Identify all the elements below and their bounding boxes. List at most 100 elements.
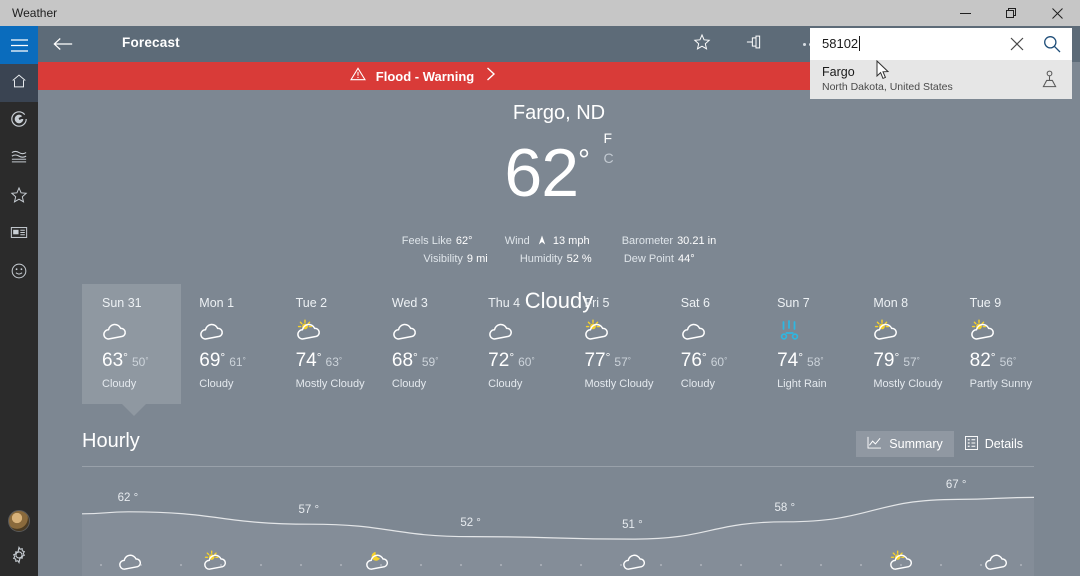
clear-search-button[interactable]: [1000, 28, 1034, 60]
forecast-description: Cloudy: [488, 378, 523, 390]
search-submit-button[interactable]: [1032, 28, 1072, 60]
smiley-icon: [10, 262, 28, 285]
forecast-low: 50°: [131, 355, 149, 369]
partly-cloudy-day-icon: [968, 318, 1048, 346]
forecast-low: 60°: [710, 355, 728, 369]
unit-celsius-button[interactable]: C: [603, 148, 613, 168]
partly-cloudy-day-icon: [201, 549, 230, 574]
chart-tick-dot: [340, 564, 342, 566]
daily-forecast-card[interactable]: Thu 4 72° 60° Cloudy: [470, 284, 566, 404]
sidebar-item-maps[interactable]: [0, 102, 38, 140]
cloudy-icon: [679, 318, 759, 346]
search-input[interactable]: 58102: [822, 36, 861, 51]
maximize-restore-button[interactable]: [988, 0, 1034, 26]
current-temperature-block: 62° F C: [38, 124, 1080, 210]
sidebar-item-settings[interactable]: [0, 538, 38, 576]
metrics-row-2: Visibility 9 mi Humidity 52 % Dew Point 44°: [38, 250, 1080, 268]
chart-tick-dot: [860, 564, 862, 566]
cloudy-icon: [197, 318, 277, 346]
chart-tick-dot: [100, 564, 102, 566]
radar-map-icon: [10, 110, 28, 133]
forecast-high: 68°: [391, 350, 418, 371]
daily-forecast-card[interactable]: Mon 1 69° 61° Cloudy: [181, 284, 277, 404]
forecast-day-label: Sun 7: [777, 296, 810, 310]
account-avatar[interactable]: [0, 504, 38, 538]
back-button[interactable]: [48, 30, 78, 58]
daily-forecast-card[interactable]: Tue 2 74° 63° Mostly Cloudy: [278, 284, 374, 404]
forecast-description: Partly Sunny: [969, 378, 1033, 390]
visibility-value: 9 mi: [466, 253, 488, 265]
forecast-high: 76°: [680, 350, 707, 371]
forecast-description: Cloudy: [680, 378, 716, 390]
forecast-low: 56°: [999, 355, 1017, 369]
dew-point-label: Dew Point: [623, 253, 674, 265]
historical-chart-icon: [10, 149, 28, 170]
sidebar-item-forecast[interactable]: [0, 64, 38, 102]
daily-forecast-card[interactable]: Sun 7 74° 58° Light Rain: [759, 284, 855, 404]
line-chart-icon: [867, 436, 882, 452]
warning-triangle-icon: [349, 66, 366, 86]
daily-forecast-card[interactable]: Sat 6 76° 60° Cloudy: [663, 284, 759, 404]
search-box[interactable]: 58102: [810, 28, 1072, 60]
partly-cloudy-night-icon: [363, 549, 392, 574]
chart-tick-dot: [660, 564, 662, 566]
favorite-button[interactable]: [675, 30, 729, 58]
summary-tab[interactable]: Summary: [856, 431, 954, 457]
forecast-temps: 79° 57°: [873, 350, 951, 372]
forecast-low: 60°: [518, 355, 535, 369]
pin-button[interactable]: [729, 30, 783, 58]
cloudy-icon: [620, 549, 649, 574]
forecast-description: Mostly Cloudy: [295, 378, 365, 390]
wind-arrow-icon: [533, 235, 549, 247]
unit-fahrenheit-button[interactable]: F: [603, 128, 613, 148]
sidebar-item-news[interactable]: [0, 216, 38, 254]
daily-forecast-card[interactable]: Wed 3 68° 59° Cloudy: [374, 284, 470, 404]
details-tab[interactable]: Details: [954, 431, 1034, 457]
forecast-low: 59°: [421, 355, 439, 369]
forecast-day-label: Fri 5: [584, 296, 610, 310]
minimize-button[interactable]: [942, 0, 988, 26]
forecast-high: 77°: [584, 350, 611, 371]
daily-forecast-list: Sun 31 63° 50° Cloudy Mon 1 69° 61° Cloudy Tue 2…: [82, 284, 1048, 416]
pin-icon: [746, 34, 766, 55]
daily-forecast-card[interactable]: Tue 9 82° 56° Partly Sunny: [952, 284, 1048, 404]
hamburger-menu-button[interactable]: [0, 26, 38, 64]
barometer-value: 30.21 in: [677, 235, 717, 247]
daily-forecast-card[interactable]: Mon 8 79° 57° Mostly Cloudy: [855, 284, 951, 404]
forecast-temps: 74° 63°: [296, 350, 374, 372]
sidebar-item-favorites[interactable]: [0, 178, 38, 216]
forecast-low: 58°: [807, 355, 824, 369]
chevron-right-icon: [484, 66, 498, 87]
forecast-day-label: Sat 6: [680, 296, 710, 310]
partly-cloudy-day-icon: [582, 318, 662, 346]
degree-symbol: °: [578, 144, 590, 177]
visibility-label: Visibility: [423, 253, 463, 265]
star-icon: [10, 186, 28, 209]
sidebar-item-send-feedback[interactable]: [0, 254, 38, 292]
forecast-high: 63°: [102, 350, 128, 371]
list-details-icon: [964, 435, 978, 453]
daily-forecast-card[interactable]: Fri 5 77° 57° Mostly Cloudy: [566, 284, 662, 404]
forecast-high: 82°: [969, 350, 996, 371]
page-title: Forecast: [122, 35, 180, 50]
search-suggestion-item[interactable]: Fargo North Dakota, United States: [810, 60, 1072, 99]
daily-forecast-card[interactable]: Sun 31 63° 50° Cloudy: [82, 284, 182, 416]
forecast-day-label: Tue 2: [295, 296, 328, 310]
forecast-low: 57°: [903, 355, 920, 369]
close-button[interactable]: [1034, 0, 1080, 26]
hourly-temperature-chart[interactable]: 62 ° 57 ° 52 ° 51 ° 58 ° 67 °: [82, 470, 1034, 576]
forecast-description: Mostly Cloudy: [584, 378, 654, 390]
chart-tick-dot: [700, 564, 702, 566]
chart-tick-dot: [820, 564, 822, 566]
chart-tick-dot: [500, 564, 502, 566]
current-location: Fargo, ND: [512, 102, 606, 124]
suggestion-name: Fargo: [822, 65, 855, 79]
weather-alert-banner[interactable]: Flood - Warning: [38, 62, 810, 90]
weather-app-window: Weather Forecast Flood - Warning Fargo, …: [0, 0, 1080, 576]
sidebar-item-historical-weather[interactable]: [0, 140, 38, 178]
home-icon: [10, 72, 28, 95]
cloudy-icon: [390, 318, 470, 346]
forecast-low: 61°: [229, 355, 246, 369]
hourly-heading: Hourly: [82, 430, 140, 452]
forecast-temps: 72° 60°: [488, 350, 566, 372]
